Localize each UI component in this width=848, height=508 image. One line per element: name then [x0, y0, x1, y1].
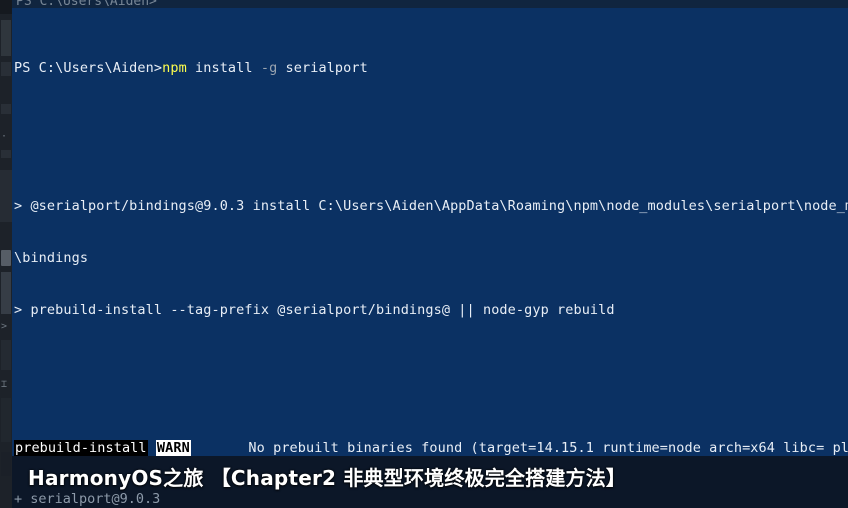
strip-segment	[0, 170, 12, 222]
output-line: \bindings	[14, 250, 89, 267]
top-partial-line-text: PS C:\Users\Aiden>	[16, 0, 157, 8]
strip-glyph-icon: ·	[1, 131, 8, 142]
output-line: > @serialport/bindings@9.0.3 install C:\…	[14, 198, 848, 215]
output-line: > prebuild-install --tag-prefix @serialp…	[14, 302, 615, 319]
background-editor-strip: · > ⌶	[0, 0, 12, 508]
prompt-text: PS C:\Users\Aiden>	[14, 59, 163, 76]
console-output[interactable]: PS C:\Users\Aiden>npm install -g serialp…	[0, 8, 848, 456]
minimap-block	[1, 150, 11, 158]
minimap-block	[1, 104, 11, 114]
tail-line-installed-package: + serialport@9.0.3	[14, 490, 161, 507]
top-partial-line: PS C:\Users\Aiden>	[0, 0, 848, 8]
scrollbar-thumb[interactable]	[1, 250, 11, 266]
warn-source-tag: prebuild-install	[14, 440, 148, 456]
warn-line: prebuild-install WARN No prebuilt binari…	[0, 440, 848, 456]
minimap-block	[1, 340, 11, 370]
warn-message: No prebuilt binaries found (target=14.15…	[248, 440, 848, 456]
minimap-block	[1, 62, 11, 76]
powershell-terminal-window: PS C:\Users\Aiden> PS C:\Users\Aiden>npm…	[0, 0, 848, 508]
chevron-right-icon: >	[1, 321, 8, 332]
command-package: serialport	[277, 59, 368, 76]
strip-segment	[0, 0, 12, 14]
command-install: install	[186, 59, 261, 76]
command-npm: npm	[162, 59, 187, 76]
watermark-overlay-text: HarmonyOS之旅 【Chapter2 非典型环境终极完全搭建方法】	[28, 466, 627, 490]
pin-icon: ⌶	[1, 379, 8, 390]
command-flag: -g	[260, 59, 278, 76]
command-line: PS C:\Users\Aiden>npm install -g serialp…	[0, 60, 848, 77]
minimap-block	[1, 20, 11, 56]
warn-level-badge: WARN	[155, 440, 191, 456]
minimap-block	[1, 272, 11, 314]
minimap-block	[1, 398, 11, 442]
minimap-block	[1, 452, 11, 476]
